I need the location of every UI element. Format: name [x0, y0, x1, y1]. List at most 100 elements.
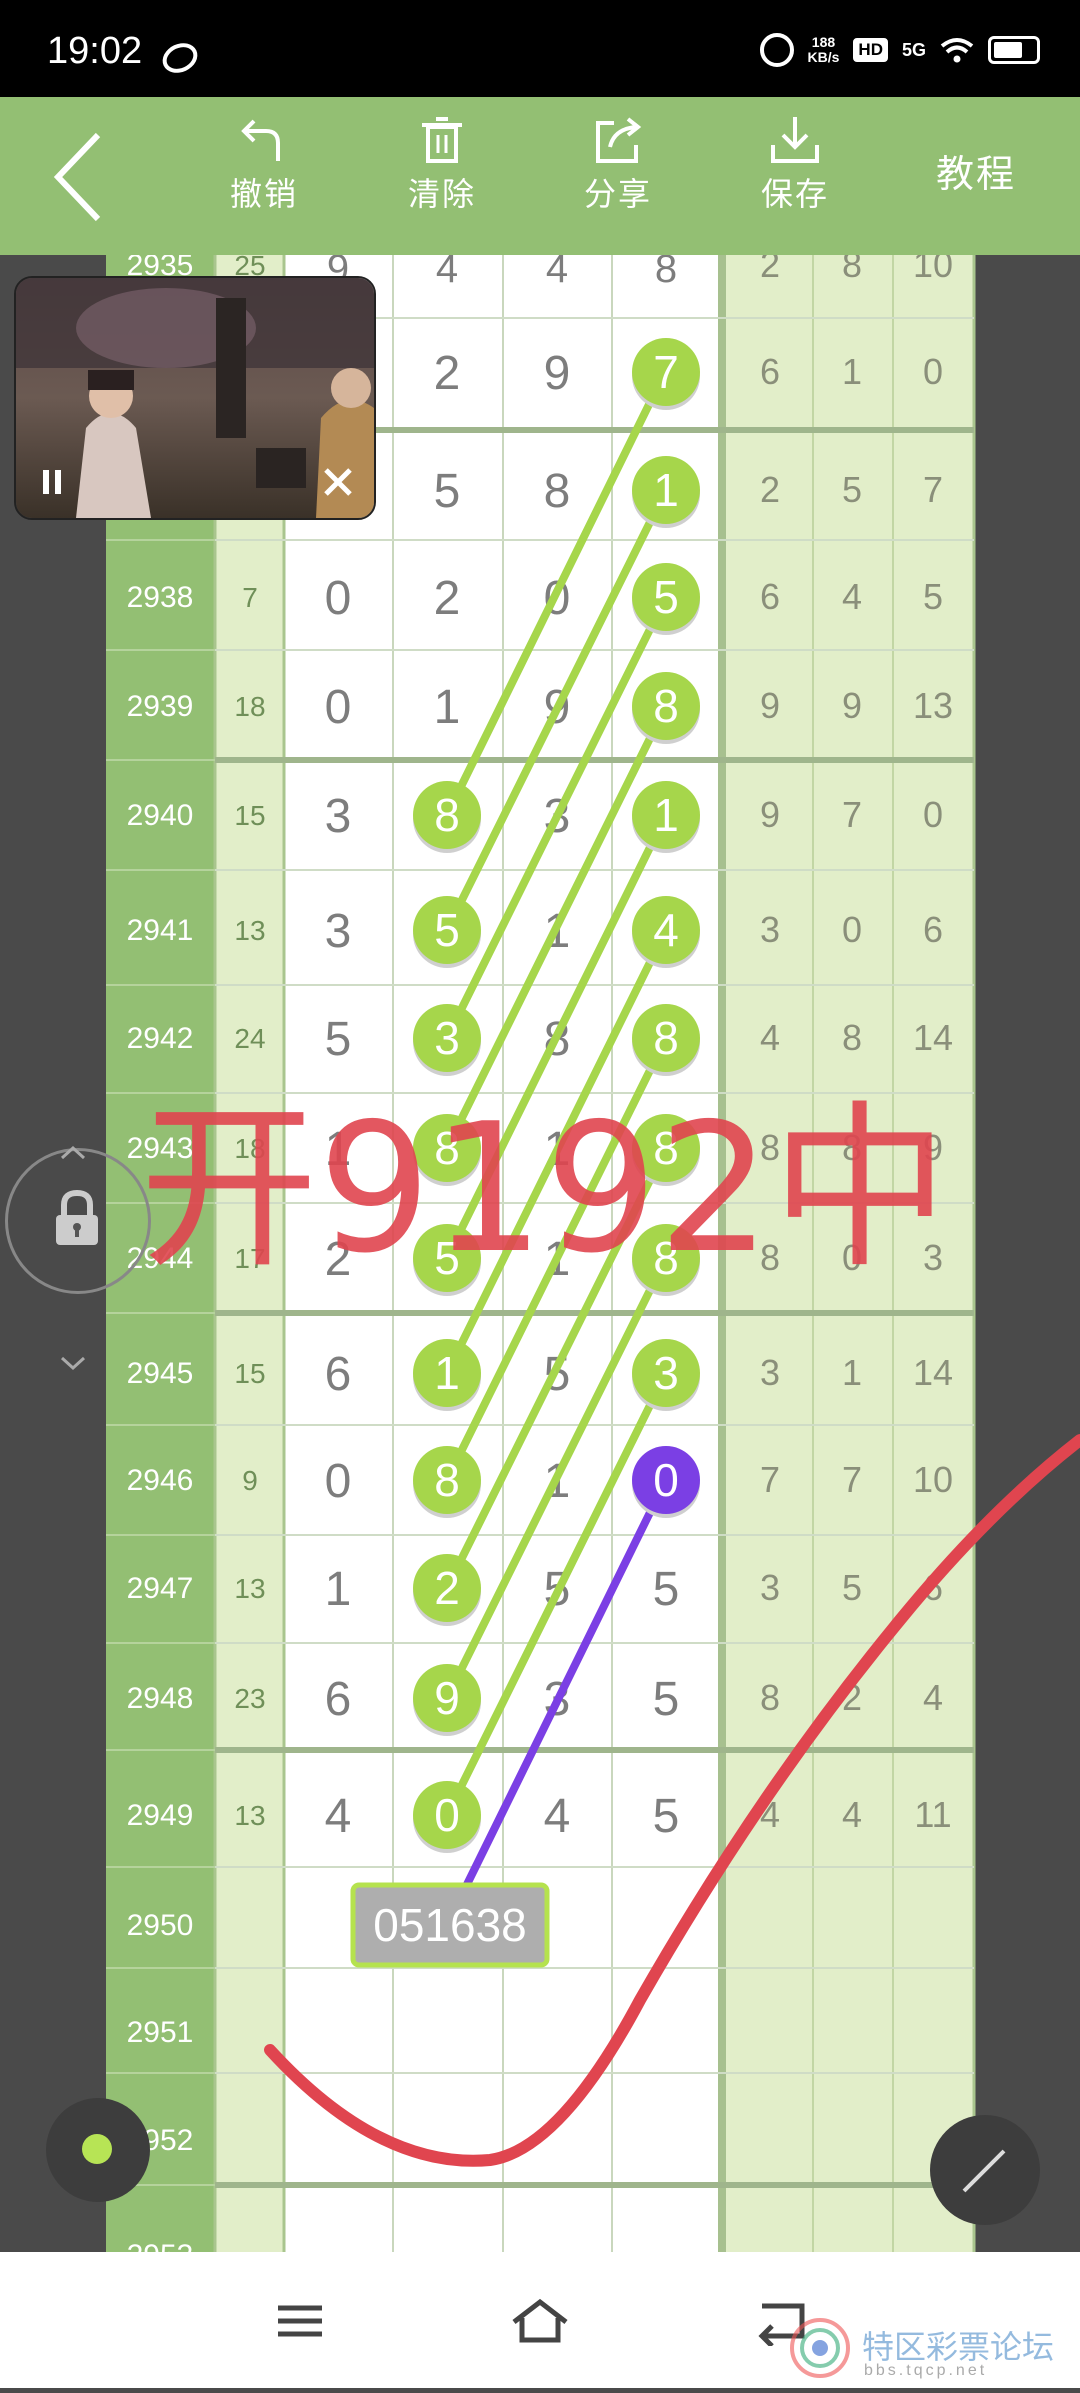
highlight-ball: 5: [413, 896, 481, 968]
period-cell: 2950: [127, 1909, 194, 1942]
highlight-ball: 1: [632, 781, 700, 853]
sum-cell: 7: [242, 582, 258, 613]
remainder-cell: 3: [760, 1352, 780, 1393]
digit-cell: 5: [653, 1790, 680, 1843]
share-label: 分享: [583, 176, 652, 212]
svg-text:9: 9: [434, 1672, 460, 1724]
period-cell: 2940: [127, 799, 194, 832]
save-button[interactable]: 保存: [735, 115, 855, 215]
undo-icon: [241, 119, 280, 161]
digit-cell: 6: [325, 1348, 352, 1401]
network-speed-value: 188: [811, 34, 836, 50]
sum-cell: 24: [234, 1023, 265, 1054]
chevron-up-icon[interactable]: [60, 1140, 86, 1166]
remainder-cell: 0: [923, 351, 943, 392]
undo-button[interactable]: 撤销: [204, 115, 324, 215]
digit-cell: 5: [434, 465, 461, 518]
remainder-cell: 10: [913, 1459, 953, 1500]
remainder-cell: 11: [914, 1794, 951, 1835]
sum-cell: 13: [234, 915, 265, 946]
trend-chart[interactable]: 2935259448281029362976102937581257293870…: [0, 255, 1080, 2252]
video-preview[interactable]: [14, 276, 376, 520]
digit-cell: 0: [325, 572, 352, 625]
sum-cell: 15: [234, 1358, 265, 1389]
period-cell: 2947: [127, 1572, 194, 1605]
color-picker-button[interactable]: [46, 2098, 150, 2202]
svg-text:5: 5: [653, 571, 679, 623]
highlight-ball: 3: [632, 1339, 700, 1411]
prediction-box[interactable]: 051638: [350, 1882, 550, 1968]
pause-icon[interactable]: [40, 468, 64, 496]
chevron-down-icon[interactable]: [60, 1350, 86, 1376]
digit-cell: 5: [325, 1013, 352, 1066]
signal-icon: 5G: [901, 39, 926, 60]
watermark: 特区彩票论坛 bbs.tqcp.net: [780, 2308, 1080, 2388]
home-icon[interactable]: [510, 2296, 570, 2346]
digit-cell: 1: [325, 1563, 352, 1616]
highlight-ball: 3: [413, 1004, 481, 1076]
network-speed: 188 KB/s: [808, 35, 840, 65]
remainder-cell: 8: [842, 255, 862, 285]
back-icon[interactable]: [50, 127, 110, 227]
remainder-cell: 5: [842, 469, 862, 510]
digit-cell: 1: [434, 681, 461, 734]
svg-text:8: 8: [653, 1012, 679, 1064]
period-cell: 2951: [127, 2016, 194, 2049]
svg-text:1: 1: [653, 789, 679, 841]
save-label: 保存: [760, 176, 829, 212]
remainder-cell: 3: [760, 909, 780, 950]
remainder-cell: 9: [760, 794, 780, 835]
remainder-cell: 6: [760, 576, 780, 617]
highlight-ball: 2: [413, 1554, 481, 1626]
status-icons: 188 KB/s HD 5G: [759, 30, 1040, 70]
highlight-ball: 4: [632, 896, 700, 968]
svg-text:1: 1: [434, 1347, 460, 1399]
digit-cell: 8: [544, 465, 571, 518]
remainder-cell: 8: [760, 1677, 780, 1718]
headline-annotation: 开9192中: [140, 1085, 949, 1292]
remainder-cell: 5: [842, 1567, 862, 1608]
digit-cell: 2: [434, 347, 461, 400]
clear-button[interactable]: 清除: [382, 115, 502, 215]
remainder-cell: 10: [913, 255, 953, 285]
svg-text:0: 0: [653, 1454, 679, 1506]
video-frame: [16, 278, 374, 518]
period-cell: 2939: [127, 690, 194, 723]
network-speed-unit: KB/s: [807, 49, 840, 65]
period-cell: 2941: [127, 914, 194, 947]
menu-icon[interactable]: [270, 2296, 330, 2346]
remainder-cell: 4: [923, 1677, 943, 1718]
close-icon[interactable]: [322, 466, 354, 498]
share-icon: [596, 117, 642, 163]
pen-tool-button[interactable]: [930, 2115, 1040, 2225]
toolbar: 撤销 清除 分享 保存 教程: [0, 97, 1080, 255]
remainder-cell: 4: [842, 576, 862, 617]
share-button[interactable]: 分享: [558, 115, 678, 215]
highlight-ball: 0: [413, 1781, 481, 1853]
highlight-ball: 5: [632, 563, 700, 635]
svg-text:8: 8: [653, 680, 679, 732]
svg-text:1: 1: [653, 464, 679, 516]
remainder-cell: 9: [760, 685, 780, 726]
remainder-cell: 2: [760, 469, 780, 510]
period-cell: 2945: [127, 1357, 194, 1390]
highlight-ball: 8: [632, 1004, 700, 1076]
hd-icon: HD: [853, 38, 888, 62]
pen-icon: [962, 2149, 1006, 2193]
remainder-cell: 14: [913, 1017, 953, 1058]
remainder-cell: 8: [842, 1017, 862, 1058]
digit-cell: 4: [544, 1790, 571, 1843]
color-dot-icon: [82, 2134, 112, 2164]
digit-cell: 0: [325, 681, 352, 734]
svg-text:7: 7: [653, 346, 679, 398]
svg-text:051638: 051638: [373, 1899, 527, 1951]
tutorial-button[interactable]: 教程: [936, 143, 1016, 198]
prediction-ball: 0: [632, 1446, 700, 1518]
remainder-cell: 3: [760, 1567, 780, 1608]
svg-text:8: 8: [434, 1454, 460, 1506]
download-icon: [771, 117, 819, 163]
remainder-cell: 1: [842, 1352, 862, 1393]
remainder-cell: 7: [923, 469, 943, 510]
trend-grid[interactable]: 2935259448281029362976102937581257293870…: [0, 255, 1080, 2252]
lock-button[interactable]: [5, 1148, 151, 1294]
